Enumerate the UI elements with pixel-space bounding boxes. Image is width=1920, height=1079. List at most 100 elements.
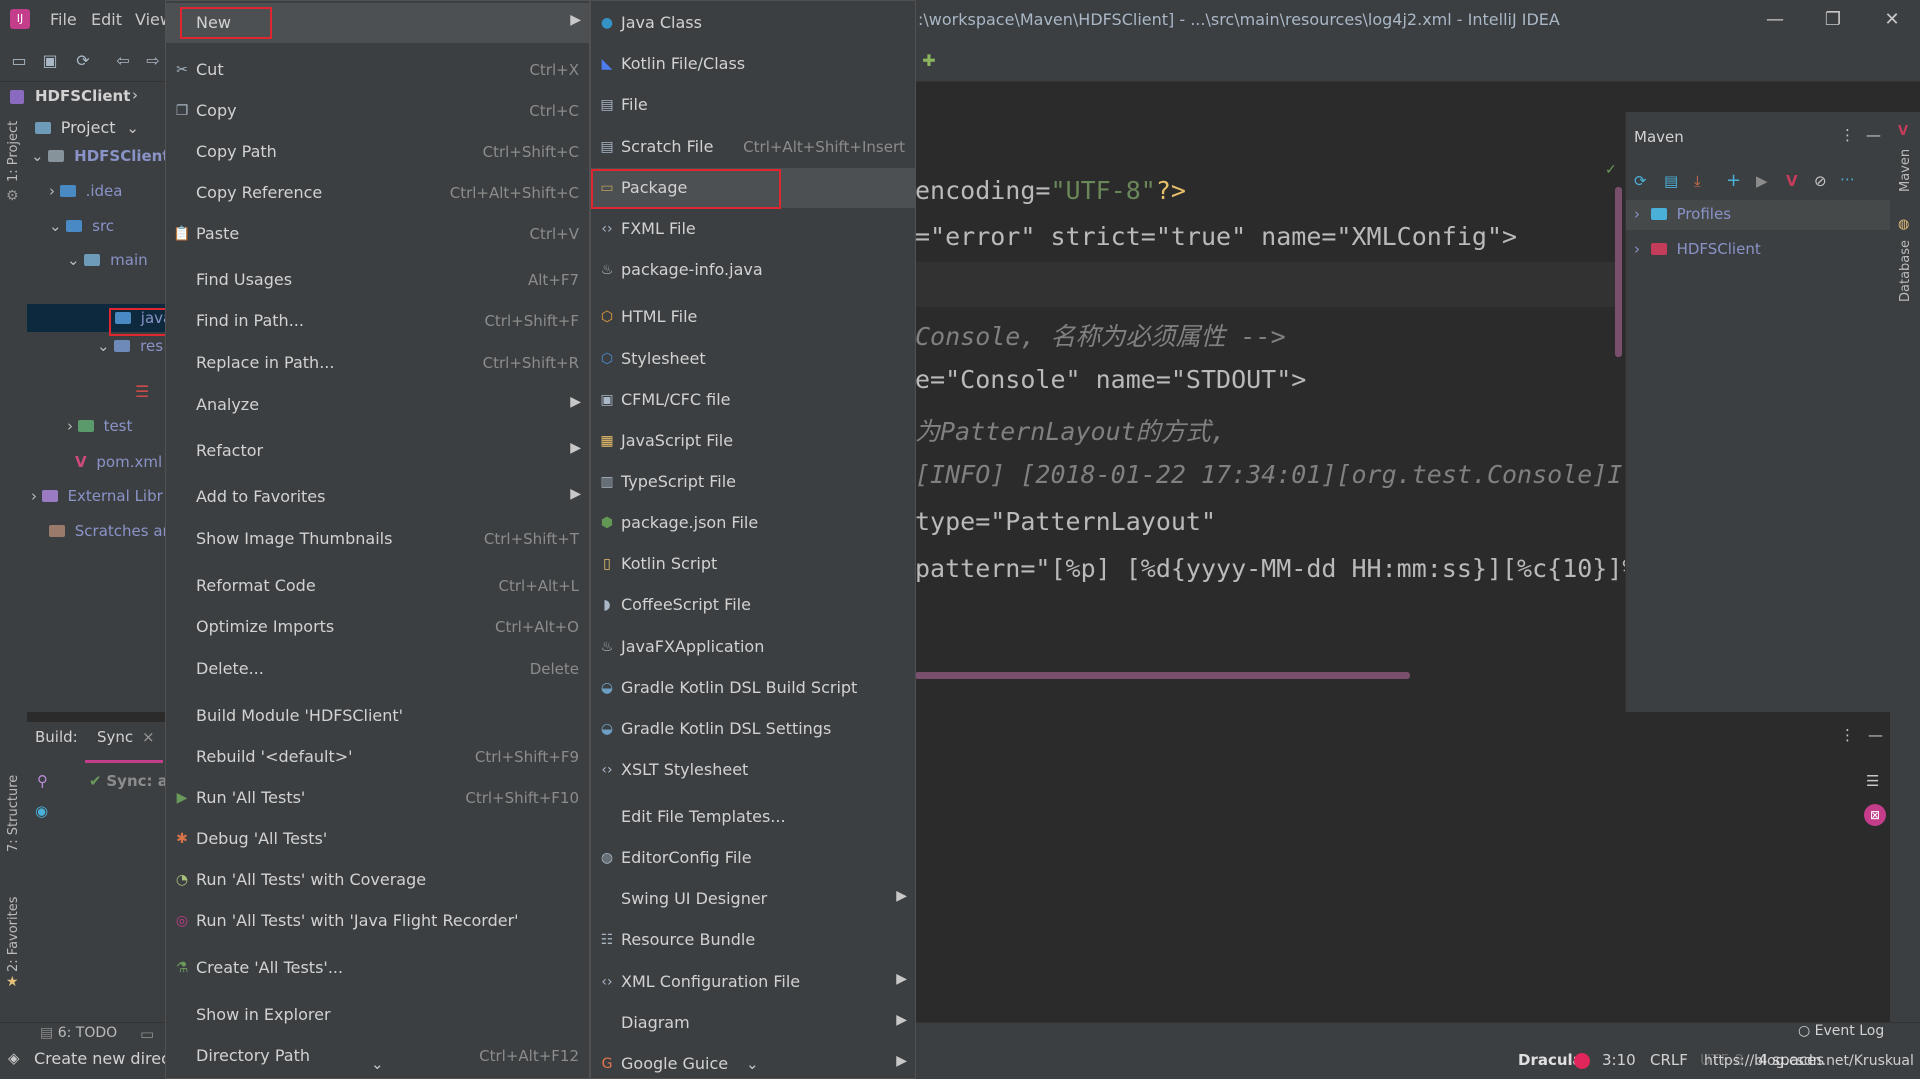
- pin-icon[interactable]: ⚲: [37, 772, 48, 790]
- sync-tab[interactable]: Sync ×: [97, 728, 155, 746]
- new-item-kotlin-script[interactable]: ▯ Kotlin Script: [591, 544, 915, 584]
- menu-item-copy-path[interactable]: Copy Path Ctrl+Shift+C: [166, 132, 589, 172]
- new-item-resource-bundle[interactable]: ☷ Resource Bundle: [591, 920, 915, 960]
- terminal-icon[interactable]: ▭: [140, 1025, 154, 1043]
- new-item-java-class[interactable]: ● Java Class: [591, 3, 915, 43]
- tree-node-pom[interactable]: V pom.xml: [75, 448, 162, 476]
- caret-position[interactable]: 3:10: [1602, 1051, 1636, 1069]
- download-icon[interactable]: ⤓: [1694, 172, 1701, 190]
- clear-all-icon[interactable]: ⊠: [1864, 804, 1886, 826]
- maven-tool-tab[interactable]: Maven: [1898, 149, 1913, 192]
- new-item-scratch-file[interactable]: ▤ Scratch File Ctrl+Alt+Shift+Insert: [591, 127, 915, 167]
- new-item-javascript-file[interactable]: ▦ JavaScript File: [591, 421, 915, 461]
- close-button[interactable]: ✕: [1877, 6, 1907, 34]
- more-options-icon[interactable]: ⋮: [1840, 126, 1855, 144]
- new-item-coffeescript-file[interactable]: ◗ CoffeeScript File: [591, 585, 915, 625]
- menu-item-create-all-tests[interactable]: ⚗ Create 'All Tests'...: [166, 948, 589, 988]
- menu-item-show-image-thumbnails[interactable]: Show Image Thumbnails Ctrl+Shift+T: [166, 519, 589, 559]
- favorites-tool-tab[interactable]: 2: Favorites: [6, 896, 21, 972]
- line-separator[interactable]: CRLF: [1650, 1051, 1688, 1069]
- menu-item-reformat-code[interactable]: Reformat Code Ctrl+Alt+L: [166, 566, 589, 606]
- vertical-scrollbar[interactable]: [1615, 187, 1622, 357]
- tree-node-hdfsclient[interactable]: ⌄ HDFSClient: [31, 142, 170, 170]
- menu-item-run-all-tests-with-java-flight-recorder[interactable]: ◎ Run 'All Tests' with 'Java Flight Recor…: [166, 901, 589, 941]
- project-tool-tab[interactable]: 1: Project: [6, 121, 21, 182]
- tree-node-src[interactable]: ⌄ src: [49, 212, 114, 240]
- more-options-icon[interactable]: ⋮: [1840, 726, 1855, 744]
- menu-item-cut[interactable]: ✂ Cut Ctrl+X: [166, 50, 589, 90]
- menu-item-build-module-hdfsclient[interactable]: Build Module 'HDFSClient': [166, 696, 589, 736]
- tree-node-test[interactable]: › test: [67, 412, 132, 440]
- log4j-file-icon[interactable]: ☰: [135, 382, 149, 401]
- menu-file[interactable]: File: [50, 10, 77, 29]
- reload-icon[interactable]: ⟳: [1634, 172, 1647, 190]
- menu-item-delete[interactable]: Delete... Delete: [166, 649, 589, 689]
- menu-item-paste[interactable]: 📋 Paste Ctrl+V: [166, 214, 589, 254]
- skip-tests-icon[interactable]: ⊘: [1814, 172, 1827, 190]
- new-item-fxml-file[interactable]: ‹› FXML File: [591, 209, 915, 249]
- restore-button[interactable]: ❐: [1818, 6, 1848, 34]
- new-item-package-info-java[interactable]: ♨ package-info.java: [591, 250, 915, 290]
- new-item-editorconfig-file[interactable]: ◍ EditorConfig File: [591, 838, 915, 878]
- new-item-xml-configuration-file[interactable]: ‹› XML Configuration File ▶: [591, 962, 915, 1002]
- new-item-html-file[interactable]: ⬡ HTML File: [591, 297, 915, 337]
- tree-node-scratches[interactable]: Scratches ar: [49, 517, 169, 545]
- scroll-down-icon[interactable]: ⌄: [371, 1055, 384, 1073]
- breadcrumb-project[interactable]: HDFSClient: [35, 87, 130, 105]
- new-item-file[interactable]: ▤ File: [591, 85, 915, 125]
- tree-node-idea[interactable]: › .idea: [49, 177, 122, 205]
- sync-success-item[interactable]: ✔ Sync: a: [89, 772, 168, 790]
- new-item-javafxapplication[interactable]: ♨ JavaFXApplication: [591, 627, 915, 667]
- menu-item-debug-all-tests[interactable]: ✱ Debug 'All Tests': [166, 819, 589, 859]
- new-item-swing-ui-designer[interactable]: Swing UI Designer ▶: [591, 879, 915, 919]
- open-folder-icon[interactable]: ▭: [8, 50, 30, 72]
- project-panel-header[interactable]: Project ⌄: [35, 118, 139, 137]
- close-tab-icon[interactable]: ×: [142, 728, 155, 746]
- horizontal-scrollbar[interactable]: [915, 672, 1410, 679]
- maven-goal-icon[interactable]: V: [1786, 172, 1798, 190]
- hide-panel-icon[interactable]: —: [1868, 726, 1883, 744]
- menu-item-analyze[interactable]: Analyze ▶: [166, 385, 589, 425]
- tree-node-external-libraries[interactable]: › External Libr: [31, 482, 163, 510]
- new-item-edit-file-templates[interactable]: Edit File Templates...: [591, 797, 915, 837]
- scroll-down-icon[interactable]: ⌄: [746, 1055, 759, 1073]
- menu-edit[interactable]: Edit: [91, 10, 122, 29]
- menu-item-copy[interactable]: ❐ Copy Ctrl+C: [166, 91, 589, 131]
- soft-wrap-icon[interactable]: ☰: [1866, 772, 1879, 790]
- eye-icon[interactable]: ◉: [35, 802, 48, 820]
- new-item-xslt-stylesheet[interactable]: ‹› XSLT Stylesheet: [591, 750, 915, 790]
- menu-item-find-in-path[interactable]: Find in Path... Ctrl+Shift+F: [166, 301, 589, 341]
- todo-tool-tab[interactable]: ▤ 6: TODO: [40, 1025, 117, 1041]
- sync-icon[interactable]: ⟳: [72, 50, 94, 72]
- database-tool-tab[interactable]: Database: [1898, 240, 1913, 302]
- new-item-diagram[interactable]: Diagram ▶: [591, 1003, 915, 1043]
- gear-icon[interactable]: ⚙: [6, 188, 19, 204]
- menu-item-replace-in-path[interactable]: Replace in Path... Ctrl+Shift+R: [166, 343, 589, 383]
- save-icon[interactable]: ▣: [39, 50, 61, 72]
- event-log-button[interactable]: ○ Event Log: [1798, 1023, 1884, 1039]
- editor-area[interactable]: encoding="UTF-8"?> ="error" strict="true…: [915, 112, 1637, 712]
- menu-item-show-in-explorer[interactable]: Show in Explorer: [166, 995, 589, 1035]
- new-item-gradle-kotlin-dsl-build-script[interactable]: ◒ Gradle Kotlin DSL Build Script: [591, 668, 915, 708]
- plus-icon[interactable]: +: [1726, 170, 1741, 191]
- more-icon[interactable]: ⋯: [1840, 170, 1855, 188]
- menu-item-refactor[interactable]: Refactor ▶: [166, 431, 589, 471]
- menu-item-copy-reference[interactable]: Copy Reference Ctrl+Alt+Shift+C: [166, 173, 589, 213]
- run-icon[interactable]: ▶: [1756, 172, 1768, 190]
- menu-item-run-all-tests-with-coverage[interactable]: ◔ Run 'All Tests' with Coverage: [166, 860, 589, 900]
- new-item-cfml-cfc-file[interactable]: ▣ CFML/CFC file: [591, 380, 915, 420]
- menu-item-add-to-favorites[interactable]: Add to Favorites ▶: [166, 477, 589, 517]
- new-item-typescript-file[interactable]: ▥ TypeScript File: [591, 462, 915, 502]
- maven-item-profiles[interactable]: › Profiles: [1634, 205, 1731, 223]
- minimize-button[interactable]: —: [1760, 6, 1790, 34]
- tree-node-resources[interactable]: ⌄ res: [97, 332, 163, 360]
- new-item-stylesheet[interactable]: ⬡ Stylesheet: [591, 339, 915, 379]
- maven-item-hdfsclient[interactable]: › HDFSClient: [1634, 240, 1761, 258]
- new-item-package-json-file[interactable]: ⬢ package.json File: [591, 503, 915, 543]
- back-arrow-icon[interactable]: ⇦: [112, 50, 134, 72]
- tree-node-main[interactable]: ⌄ main: [67, 246, 148, 274]
- menu-item-optimize-imports[interactable]: Optimize Imports Ctrl+Alt+O: [166, 607, 589, 647]
- hide-panel-icon[interactable]: —: [1866, 126, 1881, 144]
- menu-item-run-all-tests[interactable]: ▶ Run 'All Tests' Ctrl+Shift+F10: [166, 778, 589, 818]
- plugin-icon[interactable]: ✚: [918, 50, 940, 72]
